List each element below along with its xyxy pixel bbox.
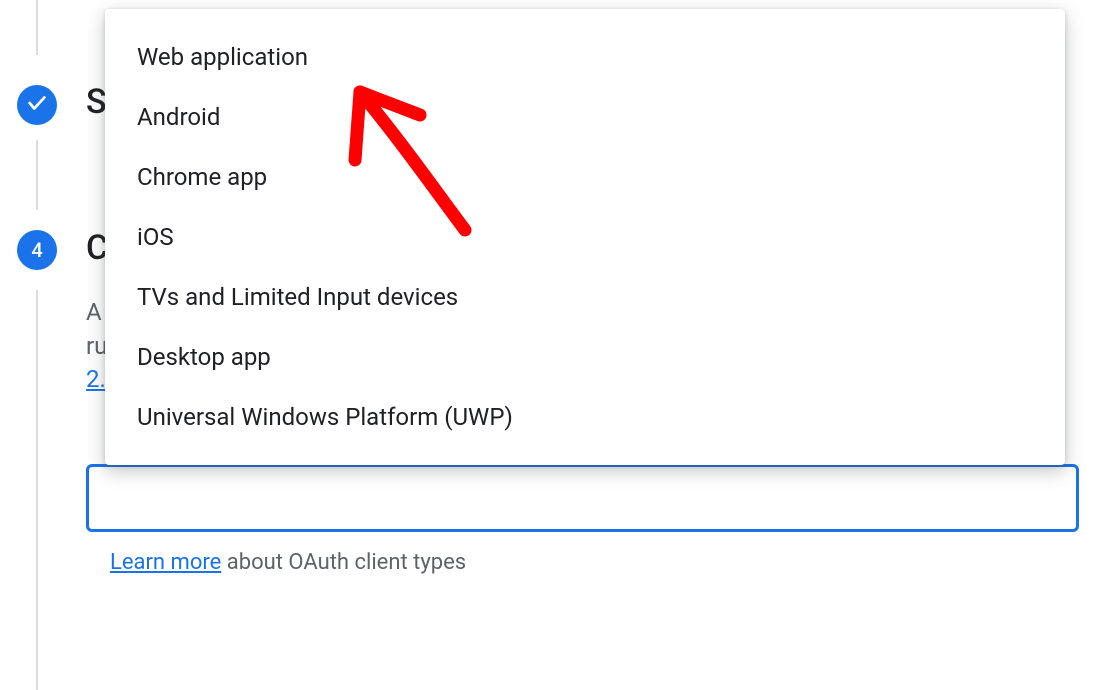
body-link-fragment[interactable]: 2. [86, 365, 106, 393]
learn-more-line: Learn more about OAuth client types [110, 550, 466, 575]
check-icon [26, 92, 48, 119]
option-tvs-limited-input[interactable]: TVs and Limited Input devices [105, 267, 1065, 327]
step3-title: S [86, 82, 107, 122]
option-desktop-app[interactable]: Desktop app [105, 327, 1065, 387]
option-uwp[interactable]: Universal Windows Platform (UWP) [105, 387, 1065, 447]
application-type-dropdown[interactable]: Web application Android Chrome app iOS T… [105, 9, 1065, 465]
learn-more-rest: about OAuth client types [221, 550, 466, 575]
option-ios[interactable]: iOS [105, 207, 1065, 267]
stepper-rail [36, 290, 38, 690]
learn-more-link[interactable]: Learn more [110, 550, 221, 575]
stepper-rail [36, 0, 38, 55]
step4-badge: 4 [17, 230, 57, 270]
option-android[interactable]: Android [105, 87, 1065, 147]
stepper-rail [36, 140, 38, 210]
body-line1: A [86, 298, 102, 326]
application-type-select[interactable] [86, 464, 1079, 532]
option-web-application[interactable]: Web application [105, 27, 1065, 87]
step-complete-badge [17, 85, 57, 125]
option-chrome-app[interactable]: Chrome app [105, 147, 1065, 207]
